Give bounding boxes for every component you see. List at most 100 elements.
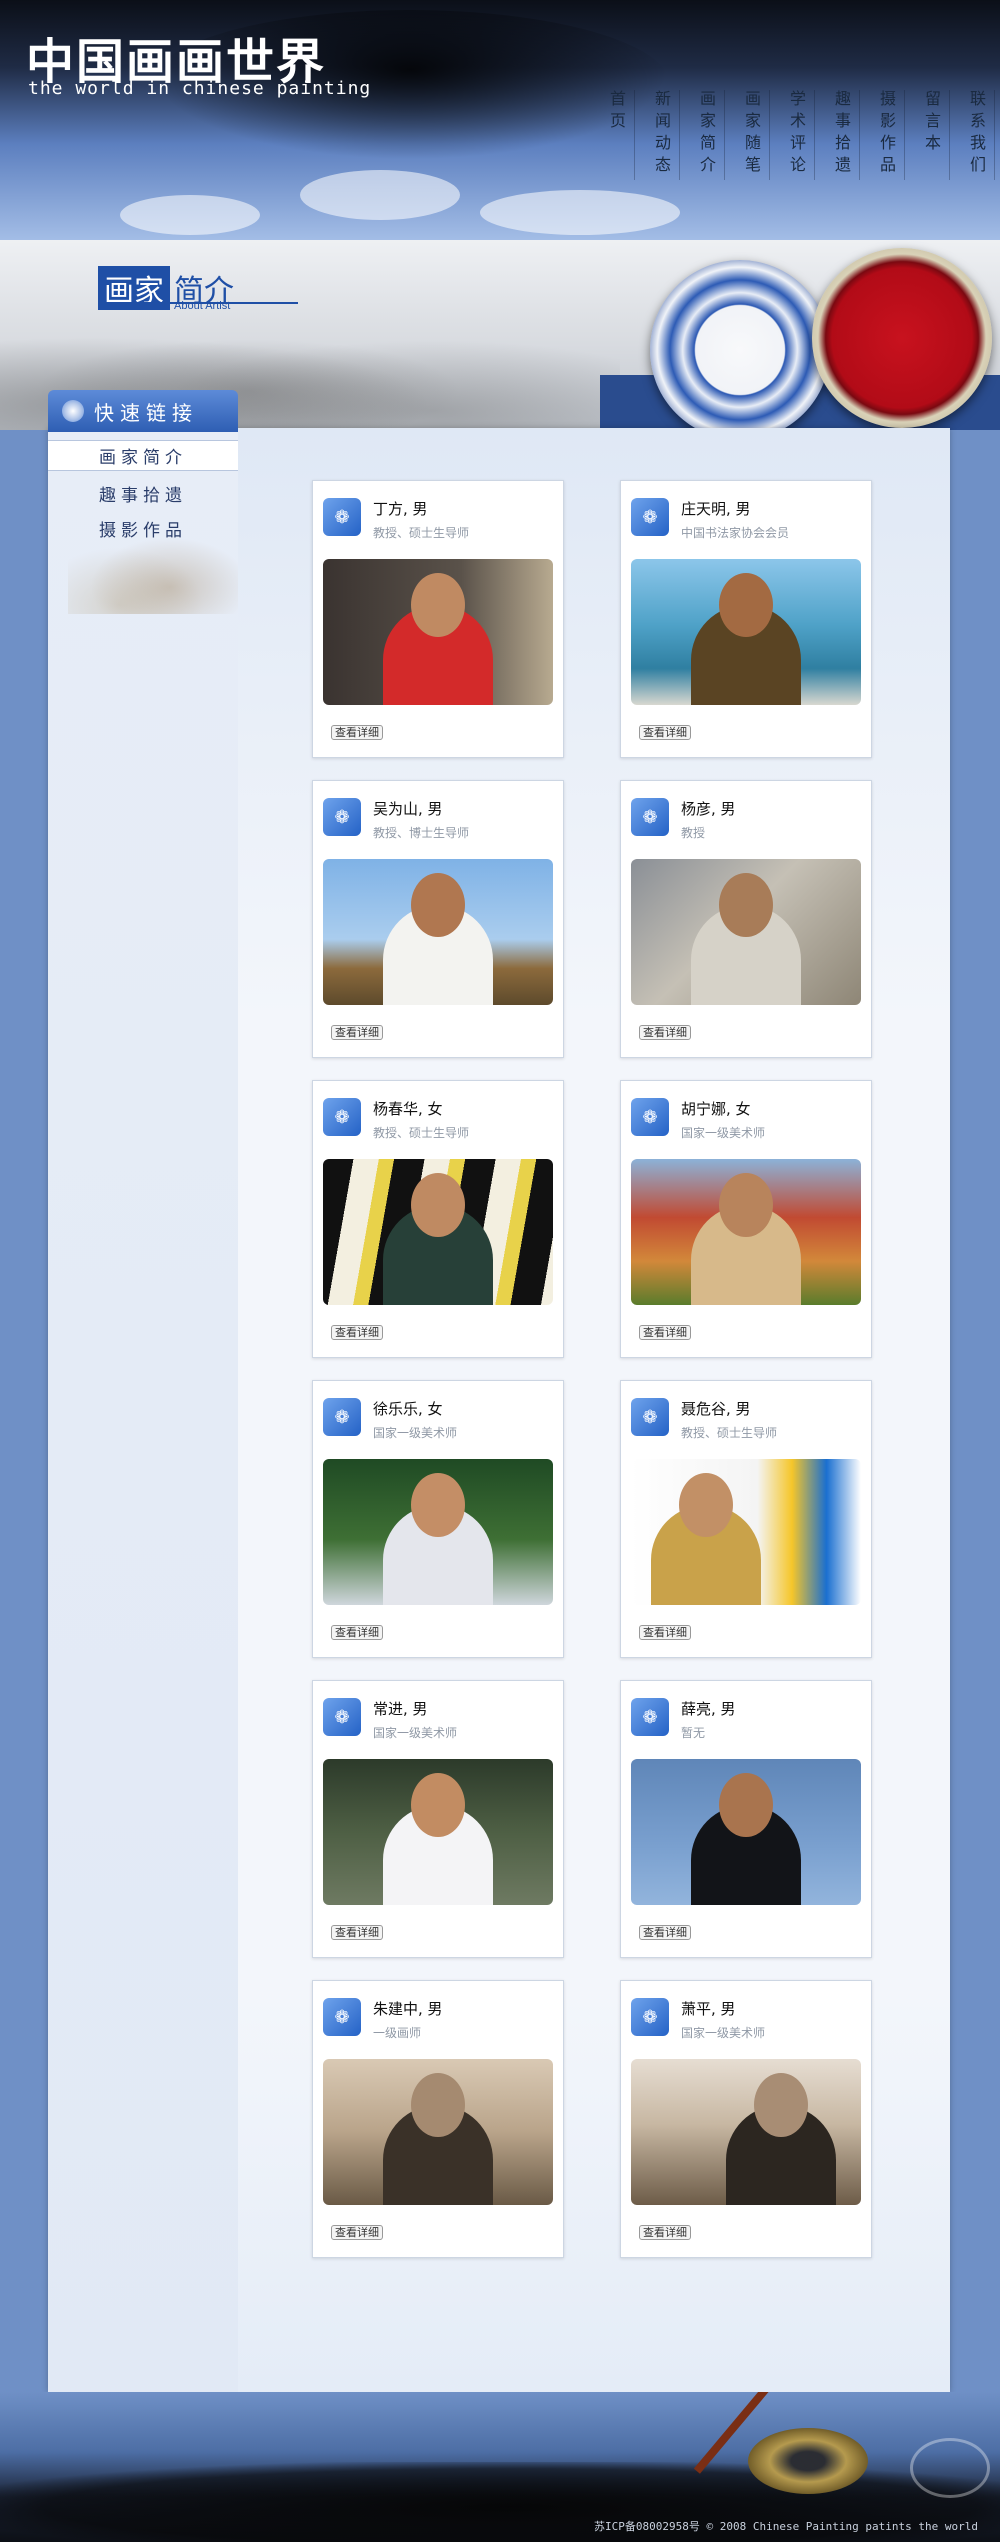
view-details-button[interactable]: 查看详细 [639,2225,691,2240]
artist-photo[interactable] [631,859,861,1005]
sidebar: 快速链接 画家简介 趣事拾遗 摄影作品 [48,390,238,2392]
cloud-swirl-icon: ❁ [323,798,361,836]
artist-card: ❁ 萧平, 男 国家一级美术师 查看详细 [620,1980,872,2258]
artist-photo[interactable] [323,1459,553,1605]
cloud-swirl-icon: ❁ [631,1098,669,1136]
artist-card: ❁ 聂危谷, 男 教授、硕士生导师 查看详细 [620,1380,872,1658]
view-details-button[interactable]: 查看详细 [331,1925,383,1940]
copyright-text: 苏ICP备08002958号 © 2008 Chinese Painting p… [594,2520,978,2533]
artist-name[interactable]: 萧平, 男 [681,1998,736,2019]
artist-photo[interactable] [323,2059,553,2205]
artist-photo[interactable] [631,2059,861,2205]
artist-photo[interactable] [631,1459,861,1605]
nav-news[interactable]: 新闻动态 [649,90,680,180]
artist-title: 暂无 [681,1726,706,1740]
cloud-swirl-icon [62,400,84,422]
view-details-button[interactable]: 查看详细 [331,1625,383,1640]
artist-card: ❁ 吴为山, 男 教授、博士生导师 查看详细 [312,780,564,1058]
nav-artists[interactable]: 画家简介 [694,90,725,180]
artist-card: ❁ 杨彦, 男 教授 查看详细 [620,780,872,1058]
view-details-button[interactable]: 查看详细 [331,2225,383,2240]
artist-card: ❁ 胡宁娜, 女 国家一级美术师 查看详细 [620,1080,872,1358]
artist-card: ❁ 丁方, 男 教授、硕士生导师 查看详细 [312,480,564,758]
artist-name[interactable]: 丁方, 男 [373,498,428,519]
artist-name[interactable]: 杨春华, 女 [373,1098,443,1119]
artist-title: 教授、硕士生导师 [681,1426,778,1440]
nav-reviews[interactable]: 学术评论 [784,90,815,180]
view-details-button[interactable]: 查看详细 [639,725,691,740]
cloud-swirl-icon: ❁ [323,1098,361,1136]
artist-photo[interactable] [631,559,861,705]
artist-photo[interactable] [631,1159,861,1305]
site-header: 中国画画世界 the world in chinese painting 首页 … [0,0,1000,240]
artist-title: 教授、硕士生导师 [373,1126,470,1140]
cloud-swirl-icon: ❁ [631,498,669,536]
artist-photo[interactable] [323,1159,553,1305]
cloud-decoration [480,190,680,235]
artist-title: 中国书法家协会会员 [681,526,790,540]
view-details-button[interactable]: 查看详细 [639,1025,691,1040]
sidebar-item-anecdotes[interactable]: 趣事拾遗 [48,481,238,506]
artist-name[interactable]: 杨彦, 男 [681,798,736,819]
sidebar-title: 快速链接 [94,400,198,425]
site-footer: 苏ICP备08002958号 © 2008 Chinese Painting p… [0,2392,1000,2542]
cloud-decoration [120,195,260,235]
nav-anecdotes[interactable]: 趣事拾遗 [829,90,860,180]
artist-grid: ❁ 丁方, 男 教授、硕士生导师 查看详细 ❁ 庄天明, 男 中国书法家协会会员… [312,480,872,2258]
artist-card: ❁ 常进, 男 国家一级美术师 查看详细 [312,1680,564,1958]
hill-painting-decoration [68,524,238,614]
porcelain-plate-image [650,260,830,430]
view-details-button[interactable]: 查看详细 [639,1625,691,1640]
inkstone-decoration [748,2428,868,2494]
cloud-swirl-icon: ❁ [323,1998,361,2036]
cloud-swirl-decoration [910,2438,990,2498]
artist-title: 教授、博士生导师 [373,826,470,840]
view-details-button[interactable]: 查看详细 [331,1325,383,1340]
cloud-swirl-icon: ❁ [631,798,669,836]
cloud-swirl-icon: ❁ [631,1698,669,1736]
artist-title: 教授 [681,826,706,840]
nav-guestbook[interactable]: 留言本 [919,90,950,180]
view-details-button[interactable]: 查看详细 [331,1025,383,1040]
artist-name[interactable]: 庄天明, 男 [681,498,751,519]
cloud-swirl-icon: ❁ [323,1398,361,1436]
artist-name[interactable]: 胡宁娜, 女 [681,1098,751,1119]
artist-name[interactable]: 薛亮, 男 [681,1698,736,1719]
cloud-swirl-icon: ❁ [631,1398,669,1436]
artist-title: 国家一级美术师 [681,1126,766,1140]
artist-photo[interactable] [323,1759,553,1905]
view-details-button[interactable]: 查看详细 [639,1925,691,1940]
main-content-panel: 快速链接 画家简介 趣事拾遗 摄影作品 ❁ 丁方, 男 教授、硕士生导师 查看详… [48,390,950,2392]
view-details-button[interactable]: 查看详细 [639,1325,691,1340]
nav-home[interactable]: 首页 [604,90,635,180]
artist-title: 一级画师 [373,2026,422,2040]
artist-name[interactable]: 常进, 男 [373,1698,428,1719]
artist-name[interactable]: 徐乐乐, 女 [373,1398,443,1419]
nav-photos[interactable]: 摄影作品 [874,90,905,180]
artist-photo[interactable] [323,859,553,1005]
sidebar-item-artists[interactable]: 画家简介 [48,440,238,471]
artist-name[interactable]: 朱建中, 男 [373,1998,443,2019]
cloud-swirl-icon: ❁ [631,1998,669,2036]
view-details-button[interactable]: 查看详细 [331,725,383,740]
artist-card: ❁ 薛亮, 男 暂无 查看详细 [620,1680,872,1958]
sidebar-header: 快速链接 [48,390,238,432]
cloud-swirl-icon: ❁ [323,498,361,536]
main-nav: 首页 新闻动态 画家简介 画家随笔 学术评论 趣事拾遗 摄影作品 留言本 联系我… [604,90,995,180]
nav-contact[interactable]: 联系我们 [964,90,995,180]
artist-name[interactable]: 聂危谷, 男 [681,1398,751,1419]
cloud-decoration [300,170,460,220]
artist-title: 国家一级美术师 [373,1726,458,1740]
cloud-swirl-icon: ❁ [323,1698,361,1736]
red-ink-box-image [812,248,992,428]
artist-photo[interactable] [631,1759,861,1905]
artist-card: ❁ 杨春华, 女 教授、硕士生导师 查看详细 [312,1080,564,1358]
artist-card: ❁ 徐乐乐, 女 国家一级美术师 查看详细 [312,1380,564,1658]
artist-card: ❁ 庄天明, 男 中国书法家协会会员 查看详细 [620,480,872,758]
artist-name[interactable]: 吴为山, 男 [373,798,443,819]
nav-essays[interactable]: 画家随笔 [739,90,770,180]
site-logo-english: the world in chinese painting [28,78,372,99]
artist-photo[interactable] [323,559,553,705]
artist-title: 国家一级美术师 [681,2026,766,2040]
page-subtitle: About Artist [174,300,231,312]
